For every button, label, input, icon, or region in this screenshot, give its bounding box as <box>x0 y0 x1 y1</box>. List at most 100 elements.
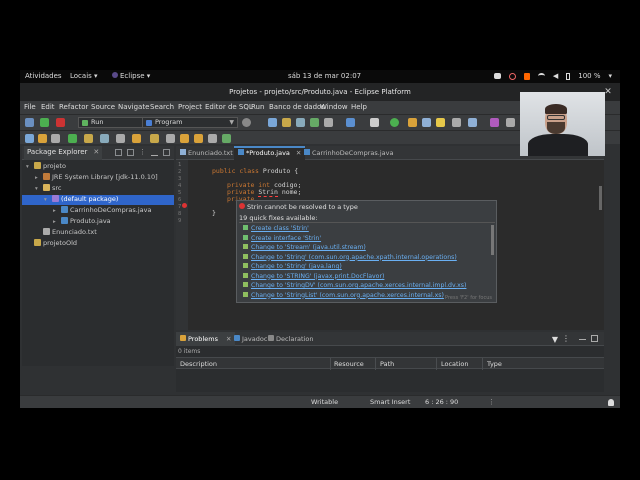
run-icon[interactable] <box>40 118 49 127</box>
column-type[interactable]: Type <box>487 360 502 368</box>
menu-file[interactable]: File <box>24 103 36 111</box>
expand-arrow-icon[interactable]: ▾ <box>35 186 43 192</box>
expand-arrow-icon[interactable]: ▸ <box>35 175 43 181</box>
maximize-icon[interactable] <box>163 149 170 156</box>
expand-arrow-icon[interactable]: ▾ <box>44 197 52 203</box>
toolbar-icon[interactable] <box>324 118 333 127</box>
toolbar-icon[interactable] <box>490 118 499 127</box>
close-icon[interactable]: ✕ <box>93 148 99 156</box>
toolbar-icon[interactable] <box>84 134 93 143</box>
menu-project[interactable]: Project <box>178 103 202 111</box>
menu-database[interactable]: Banco de dados <box>269 103 325 111</box>
toolbar-icon[interactable] <box>506 118 515 127</box>
expand-arrow-icon[interactable]: ▸ <box>53 219 61 225</box>
tab-declaration[interactable]: Declaration <box>264 332 317 346</box>
new-icon[interactable] <box>25 118 34 127</box>
tab-produto-java[interactable]: *Produto.java ✕ <box>234 146 306 160</box>
menu-search[interactable]: Search <box>150 103 174 111</box>
quick-fix-item[interactable]: Change to 'Stream' (java.util.stream) <box>243 244 366 251</box>
column-resource[interactable]: Resource <box>334 360 364 368</box>
battery-icon[interactable] <box>566 72 571 80</box>
toolbar-icon[interactable] <box>370 118 379 127</box>
menu-window[interactable]: Window <box>320 103 348 111</box>
quick-fix-item[interactable]: Change to 'StringDV' (com.sun.org.apache… <box>243 282 466 289</box>
gear-icon[interactable] <box>242 118 251 127</box>
back-icon[interactable] <box>180 134 189 143</box>
view-menu-icon[interactable]: ⋮ <box>139 149 146 156</box>
collapse-all-icon[interactable] <box>115 149 122 156</box>
brave-icon[interactable] <box>523 72 530 80</box>
toolbar-icon[interactable] <box>390 118 399 127</box>
toolbar-icon[interactable] <box>38 134 47 143</box>
system-tray[interactable]: ◀ 100 % ▾ <box>493 72 612 80</box>
minimize-icon[interactable] <box>151 149 158 156</box>
column-location[interactable]: Location <box>441 360 469 368</box>
menu-edit[interactable]: Edit <box>41 103 55 111</box>
toolbar-icon[interactable] <box>150 134 159 143</box>
column-divider[interactable] <box>330 358 331 370</box>
tree-item[interactable]: ▾ (default package) <box>22 195 174 205</box>
tab-carrinho-java[interactable]: CarrinhoDeCompras.java <box>300 146 397 160</box>
toolbar-icon[interactable] <box>116 134 125 143</box>
volume-icon[interactable]: ◀ <box>553 72 558 80</box>
maximize-icon[interactable] <box>591 335 598 342</box>
editor-scrollbar[interactable] <box>599 186 602 210</box>
view-menu-icon[interactable]: ⋮ <box>562 334 570 343</box>
toolbar-icon[interactable] <box>222 134 231 143</box>
status-cursor-position[interactable]: 6 : 26 : 90 <box>425 398 458 406</box>
tab-package-explorer[interactable]: Package Explorer ✕ <box>24 146 103 160</box>
toolbar-icon[interactable] <box>310 118 319 127</box>
tree-item[interactable]: ▸ Produto.java <box>22 217 174 227</box>
column-path[interactable]: Path <box>380 360 394 368</box>
quick-fix-item[interactable]: Change to 'String' (java.lang) <box>243 263 342 270</box>
toolbar-icon[interactable] <box>452 118 461 127</box>
toolbar-icon[interactable] <box>25 134 34 143</box>
toolbar-icon[interactable] <box>166 134 175 143</box>
toolbar-icon[interactable] <box>346 118 355 127</box>
expand-arrow-icon[interactable]: ▾ <box>26 164 34 170</box>
expand-arrow-icon[interactable]: ▸ <box>53 208 61 214</box>
error-marker-icon[interactable] <box>182 203 187 208</box>
tab-problems[interactable]: Problems ✕ <box>176 332 236 346</box>
system-menu-chevron-icon[interactable]: ▾ <box>608 72 612 80</box>
column-divider[interactable] <box>375 358 376 370</box>
toolbar-icon[interactable] <box>68 134 77 143</box>
tree-item[interactable]: projetoOld <box>22 239 174 249</box>
network-icon[interactable] <box>537 73 545 79</box>
menu-refactor[interactable]: Refactor <box>59 103 88 111</box>
tree-item[interactable]: ▾ projeto <box>22 162 174 172</box>
toolbar-icon[interactable] <box>51 134 60 143</box>
column-divider[interactable] <box>482 358 483 370</box>
quick-fix-item[interactable]: Create interface 'Strin' <box>243 234 321 242</box>
toolbar-icon[interactable] <box>282 118 291 127</box>
tray-app-icon[interactable] <box>493 73 501 79</box>
tray-ring-icon[interactable] <box>508 72 516 80</box>
toolbar-icon[interactable] <box>132 134 141 143</box>
quick-fix-scrollbar[interactable] <box>491 225 494 255</box>
minimize-icon[interactable] <box>579 339 586 340</box>
toolbar-icon[interactable] <box>436 118 445 127</box>
tree-item[interactable]: ▸ CarrinhoDeCompras.java <box>22 206 174 216</box>
stop-icon[interactable] <box>56 118 65 127</box>
toolbar-icon[interactable] <box>408 118 417 127</box>
app-menu[interactable]: Eclipse ▾ <box>112 72 150 80</box>
places-menu[interactable]: Locais ▾ <box>70 72 98 80</box>
menu-help[interactable]: Help <box>351 103 367 111</box>
column-description[interactable]: Description <box>180 360 217 368</box>
quick-fix-item[interactable]: Change to 'String' (com.sun.org.apache.x… <box>243 253 457 261</box>
link-editor-icon[interactable] <box>127 149 134 156</box>
quick-fix-item[interactable]: Change to 'STRING' (javax.print.DocFlavo… <box>243 272 384 280</box>
status-insert-mode[interactable]: Smart Insert <box>370 398 410 406</box>
program-combo[interactable]: Program ▼ <box>142 117 238 128</box>
tab-enunciado-txt[interactable]: Enunciado.txt <box>176 146 237 160</box>
error-token[interactable]: Strin <box>258 188 278 197</box>
quick-fix-item[interactable]: Create class 'Strin' <box>243 225 309 232</box>
quick-fix-item[interactable]: Change to 'StringList' (com.sun.org.apac… <box>243 291 444 299</box>
menu-navigate[interactable]: Navigate <box>118 103 149 111</box>
notifications-icon[interactable] <box>608 399 614 406</box>
menu-run[interactable]: Run <box>251 103 264 111</box>
menu-source[interactable]: Source <box>91 103 115 111</box>
tree-item[interactable]: Enunciado.txt <box>22 228 174 238</box>
filter-icon[interactable]: ▼ <box>552 335 558 344</box>
toolbar-icon[interactable] <box>100 134 109 143</box>
